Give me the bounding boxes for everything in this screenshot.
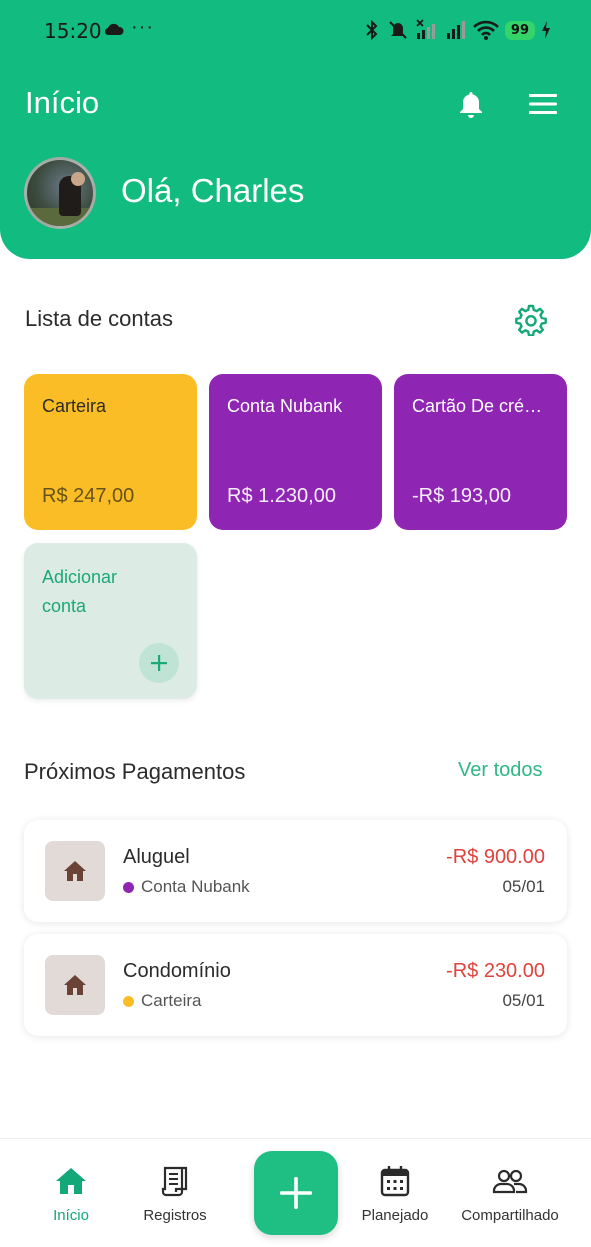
nav-item-registros[interactable]: Registros <box>135 1163 215 1224</box>
account-name: Conta Nubank <box>227 396 343 416</box>
page-title: Início <box>25 85 100 120</box>
bluetooth-icon <box>366 19 378 41</box>
gear-icon <box>515 304 547 336</box>
payment-name: Condomínio <box>123 960 231 982</box>
avatar-photo-face <box>71 172 85 186</box>
payment-name: Aluguel <box>123 846 190 868</box>
calendar-icon <box>380 1166 410 1197</box>
add-account-label: Adicionar conta <box>42 567 118 616</box>
charging-icon <box>542 21 550 39</box>
payment-account-name: Conta Nubank <box>141 877 250 896</box>
bell-icon <box>460 92 482 118</box>
nav-item-planejado[interactable]: Planejado <box>355 1163 435 1224</box>
home-icon <box>56 1168 86 1194</box>
account-color-dot <box>123 995 134 1007</box>
status-icons: 99 <box>363 18 551 42</box>
bell-off-icon <box>389 21 407 39</box>
menu-button[interactable] <box>524 85 562 123</box>
payment-category <box>45 955 105 1015</box>
account-balance: R$ 247,00 <box>42 485 135 507</box>
plus-icon <box>280 1177 312 1209</box>
nav-label: Planejado <box>361 1207 429 1224</box>
payment-amount: -R$ 900.00 <box>446 846 545 868</box>
payment-category <box>45 841 105 901</box>
payment-item-aluguel[interactable]: Aluguel Conta Nubank -R$ 900.00 05/01 <box>24 820 567 922</box>
battery-level: 99 <box>504 20 535 40</box>
status-more: ··· <box>131 16 154 38</box>
see-all-link[interactable]: Ver todos <box>458 759 543 782</box>
account-name: Cartão De crédito <box>412 396 549 416</box>
status-time: 15:20 <box>44 19 102 43</box>
payment-date: 05/01 <box>502 991 545 1010</box>
wifi-icon <box>472 20 499 40</box>
hamburger-menu-icon <box>529 94 557 114</box>
greeting: Olá, Charles <box>121 172 305 209</box>
account-balance: -R$ 193,00 <box>412 485 511 507</box>
account-card-credit-card[interactable]: Cartão De crédito -R$ 193,00 <box>394 374 567 530</box>
account-color-dot <box>123 881 134 893</box>
nav-label: Registros <box>143 1207 207 1224</box>
home-icon <box>64 861 86 881</box>
home-icon <box>64 975 86 995</box>
signal-x-icon <box>416 19 435 39</box>
payment-date: 05/01 <box>502 877 545 896</box>
plus-icon <box>151 655 167 671</box>
account-card-carteira[interactable]: Carteira R$ 247,00 <box>24 374 197 530</box>
account-balance: R$ 1.230,00 <box>227 485 336 507</box>
payment-amount: -R$ 230.00 <box>446 960 545 982</box>
add-account-card[interactable]: Adicionar conta <box>24 543 197 699</box>
cloud-icon <box>104 23 124 36</box>
payment-account: Conta Nubank <box>123 877 250 897</box>
signal-icon <box>446 21 465 39</box>
payments-section-title: Próximos Pagamentos <box>24 759 246 784</box>
accounts-settings-button[interactable] <box>513 302 549 338</box>
accounts-section-title: Lista de contas <box>25 306 173 331</box>
nav-item-compartilhado[interactable]: Compartilhado <box>455 1163 565 1224</box>
payment-item-condominio[interactable]: Condomínio Carteira -R$ 230.00 05/01 <box>24 934 567 1036</box>
status-bar: 15:20 ··· 99 <box>0 0 591 60</box>
add-transaction-button[interactable] <box>254 1151 338 1235</box>
payment-account: Carteira <box>123 991 201 1011</box>
account-card-nubank[interactable]: Conta Nubank R$ 1.230,00 <box>209 374 382 530</box>
notifications-button[interactable] <box>452 85 490 123</box>
nav-label: Início <box>53 1207 89 1224</box>
nav-label: Compartilhado <box>461 1207 559 1224</box>
receipt-icon <box>161 1166 188 1197</box>
payment-account-name: Carteira <box>141 991 202 1010</box>
account-name: Carteira <box>42 396 107 416</box>
avatar[interactable] <box>24 157 96 229</box>
add-account-button[interactable] <box>139 643 179 683</box>
people-icon <box>492 1169 528 1194</box>
app-header: 15:20 ··· 99 Início Olá, Charles <box>0 0 591 259</box>
nav-item-inicio[interactable]: Início <box>44 1163 98 1224</box>
